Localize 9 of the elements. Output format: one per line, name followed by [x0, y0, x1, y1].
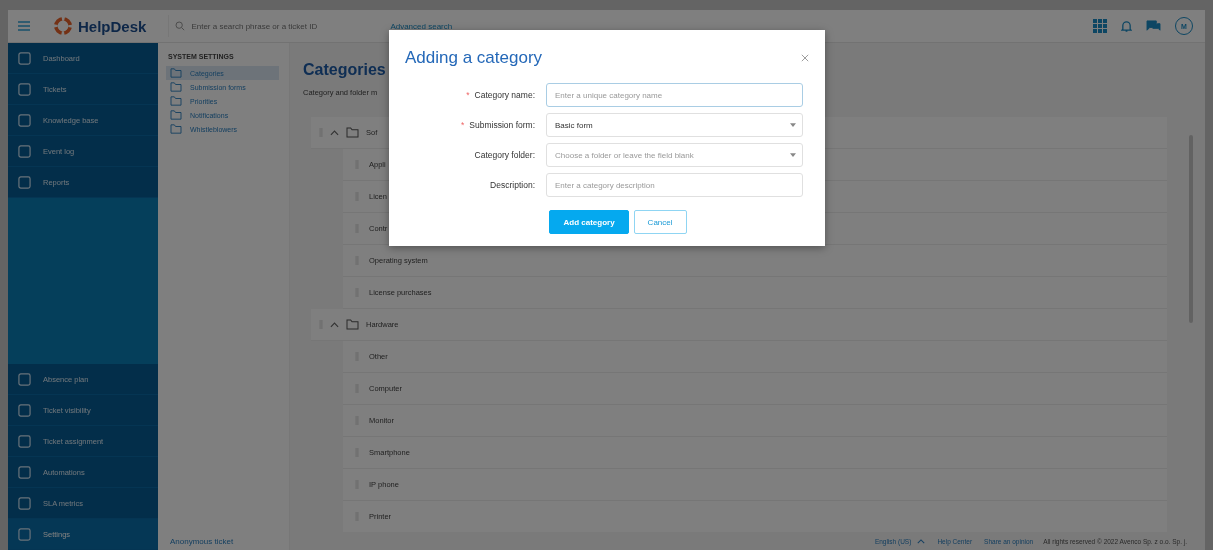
required-mark: * — [466, 90, 470, 100]
field-label: Description: — [490, 180, 535, 190]
logo-text: HelpDesk — [78, 17, 147, 35]
field-label: Category folder: — [474, 150, 535, 160]
page-title: Categories — [303, 61, 386, 79]
required-mark: * — [461, 120, 465, 130]
field-label: Category name: — [474, 90, 535, 100]
dialog-title: Adding a category — [405, 48, 543, 68]
field-label: Submission form: — [469, 120, 535, 130]
